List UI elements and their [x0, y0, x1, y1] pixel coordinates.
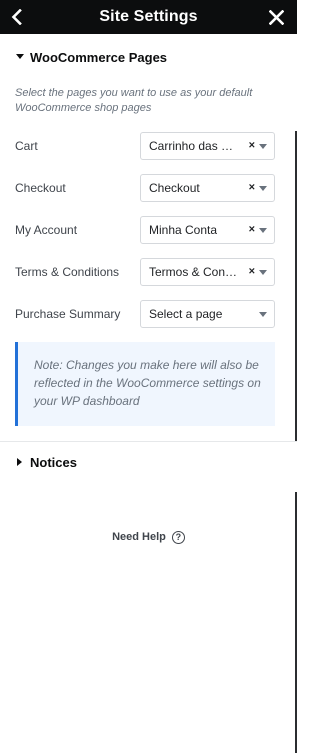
my-account-page-select[interactable]: Minha Conta ×: [140, 216, 275, 244]
close-icon: [268, 9, 284, 25]
clear-icon[interactable]: ×: [249, 182, 255, 194]
clear-icon[interactable]: ×: [249, 266, 255, 278]
field-row-my-account: My Account Minha Conta ×: [15, 216, 275, 244]
question-circle-icon: ?: [171, 530, 185, 544]
field-label: Terms & Conditions: [15, 265, 120, 279]
info-note: Note: Changes you make here will also be…: [15, 342, 275, 426]
caret-down-icon: [15, 52, 25, 62]
scrollbar-track[interactable]: [295, 131, 297, 441]
clear-icon[interactable]: ×: [249, 224, 255, 236]
need-help-link[interactable]: Need Help ?: [0, 528, 297, 546]
field-row-cart: Cart Carrinho das Co… ×: [15, 132, 275, 160]
cart-page-select[interactable]: Carrinho das Co… ×: [140, 132, 275, 160]
need-help-label: Need Help: [112, 531, 166, 543]
back-button[interactable]: [0, 0, 34, 34]
chevron-left-icon: [11, 9, 22, 25]
section-title: WooCommerce Pages: [30, 49, 168, 65]
section-toggle-notices[interactable]: Notices: [0, 441, 297, 483]
panel-header: Site Settings: [0, 0, 297, 34]
field-row-checkout: Checkout Checkout ×: [15, 174, 275, 202]
field-row-terms: Terms & Conditions Termos & Condi… ×: [15, 258, 275, 286]
section-title: Notices: [30, 454, 77, 470]
note-text: Note: Changes you make here will also be…: [34, 358, 261, 408]
field-label: Checkout: [15, 181, 66, 195]
clear-icon[interactable]: ×: [249, 140, 255, 152]
close-button[interactable]: [259, 0, 293, 34]
caret-right-icon: [15, 457, 25, 467]
terms-page-select[interactable]: Termos & Condi… ×: [140, 258, 275, 286]
select-value: Termos & Condi…: [149, 265, 241, 279]
select-value: Minha Conta: [149, 223, 218, 237]
section-toggle-woocommerce-pages[interactable]: WooCommerce Pages: [0, 36, 297, 78]
select-value: Carrinho das Co…: [149, 139, 241, 153]
select-value: Checkout: [149, 181, 200, 195]
field-row-purchase-summary: Purchase Summary Select a page: [15, 300, 275, 328]
purchase-summary-page-select[interactable]: Select a page: [140, 300, 275, 328]
select-placeholder: Select a page: [149, 307, 223, 321]
field-label: Purchase Summary: [15, 307, 121, 321]
dropdown-arrow-icon: [259, 228, 267, 233]
page-title: Site Settings: [99, 8, 198, 25]
dropdown-arrow-icon: [259, 270, 267, 275]
field-label: Cart: [15, 139, 38, 153]
checkout-page-select[interactable]: Checkout ×: [140, 174, 275, 202]
field-label: My Account: [15, 223, 78, 237]
dropdown-arrow-icon: [259, 312, 267, 317]
site-settings-panel: Site Settings WooCommerce Pages Select t…: [0, 0, 297, 753]
dropdown-arrow-icon: [259, 186, 267, 191]
dropdown-arrow-icon: [259, 144, 267, 149]
section-description: Select the pages you want to use as your…: [15, 87, 253, 114]
